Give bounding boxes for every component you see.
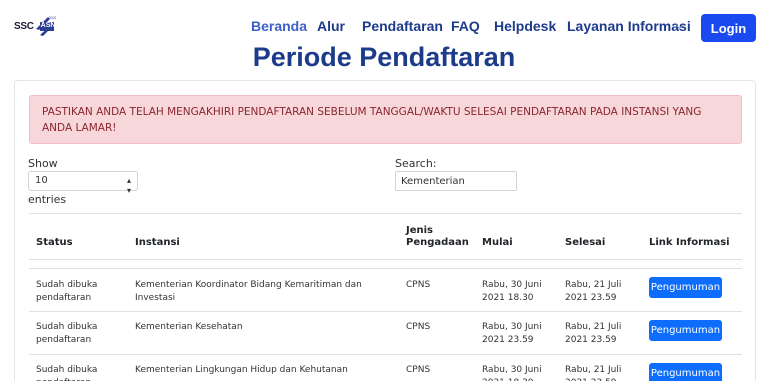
th-mulai[interactable]: Mulai bbox=[482, 237, 513, 249]
ssc-asn-logo[interactable]: SSC ASN 2021 bbox=[14, 15, 56, 37]
table-header-border-1 bbox=[29, 259, 742, 260]
th-link-informasi[interactable]: Link Informasi bbox=[649, 237, 730, 249]
nav-pendaftaran[interactable]: Pendaftaran bbox=[362, 18, 443, 34]
row-divider bbox=[29, 311, 742, 312]
entries-label: entries bbox=[28, 193, 67, 206]
row-selesai: Rabu, 21 Juli 2021 23.59 bbox=[565, 365, 622, 381]
table-top-border bbox=[29, 213, 742, 214]
entries-select-value: 10 bbox=[35, 175, 48, 186]
row-selesai: Rabu, 21 Juli 2021 23.59 bbox=[565, 322, 622, 345]
row-divider bbox=[29, 354, 742, 355]
row-instansi: Kementerian Lingkungan Hidup dan Kehutan… bbox=[135, 365, 348, 375]
row-mulai: Rabu, 30 Juni 2021 18.30 bbox=[482, 365, 542, 381]
page-title: Periode Pendaftaran bbox=[252, 42, 516, 72]
show-label: Show bbox=[28, 157, 58, 170]
row-instansi: Kementerian Kesehatan bbox=[135, 322, 243, 332]
nav-layanan-informasi[interactable]: Layanan Informasi bbox=[567, 18, 691, 34]
th-selesai[interactable]: Selesai bbox=[565, 237, 605, 249]
logo-mark: ASN 2021 bbox=[34, 15, 56, 37]
row-status: Sudah dibuka pendaftaran bbox=[36, 365, 98, 381]
row-mulai: Rabu, 30 Juni 2021 23.59 bbox=[482, 322, 542, 345]
nav-faq[interactable]: FAQ bbox=[451, 18, 480, 34]
row-instansi: Kementerian Koordinator Bidang Kemaritim… bbox=[135, 280, 362, 303]
search-label: Search: bbox=[395, 157, 437, 170]
search-input[interactable] bbox=[395, 171, 517, 191]
warning-alert: PASTIKAN ANDA TELAH MENGAKHIRI PENDAFTAR… bbox=[29, 95, 742, 144]
logo-tagline: 2021 bbox=[48, 16, 57, 20]
logo-asn-text: ASN bbox=[40, 22, 56, 29]
select-updown-icon: ▴ ▾ bbox=[126, 176, 131, 195]
logo-ssc-text: SSC bbox=[14, 20, 34, 32]
row-selesai: Rabu, 21 Juli 2021 23.59 bbox=[565, 280, 622, 303]
pengumuman-button[interactable]: Pengumuman bbox=[649, 277, 722, 298]
table-header-border-2 bbox=[29, 268, 742, 269]
row-status: Sudah dibuka pendaftaran bbox=[36, 322, 98, 345]
row-jenis: CPNS bbox=[406, 365, 431, 375]
row-jenis: CPNS bbox=[406, 280, 431, 290]
chevron-down-icon[interactable] bbox=[675, 22, 684, 31]
nav-helpdesk[interactable]: Helpdesk bbox=[494, 18, 556, 34]
row-jenis: CPNS bbox=[406, 322, 431, 332]
pengumuman-button[interactable]: Pengumuman bbox=[649, 363, 722, 381]
nav-alur[interactable]: Alur bbox=[317, 18, 345, 34]
pengumuman-button[interactable]: Pengumuman bbox=[649, 320, 722, 341]
row-status: Sudah dibuka pendaftaran bbox=[36, 280, 98, 303]
login-button[interactable]: Login bbox=[701, 14, 756, 42]
th-jenis-pengadaan[interactable]: Jenis Pengadaan bbox=[406, 225, 476, 249]
row-mulai: Rabu, 30 Juni 2021 18.30 bbox=[482, 280, 542, 303]
th-status[interactable]: Status bbox=[36, 237, 73, 249]
th-instansi[interactable]: Instansi bbox=[135, 237, 180, 249]
nav-beranda[interactable]: Beranda bbox=[251, 18, 307, 34]
entries-select[interactable]: 10 ▴ ▾ bbox=[28, 171, 138, 195]
